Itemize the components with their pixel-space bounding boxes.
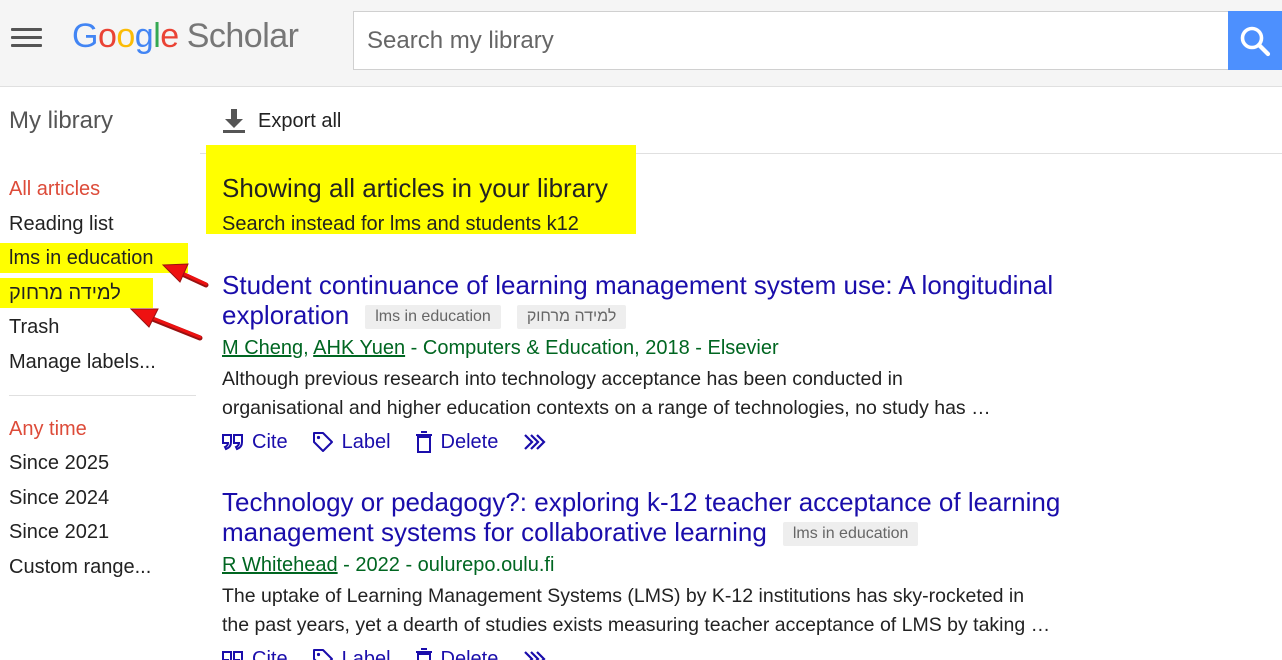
- more-button[interactable]: [522, 649, 548, 660]
- result-title[interactable]: Student continuance of learning manageme…: [222, 270, 1092, 330]
- logo-letter: G: [72, 17, 98, 55]
- time-filter-any-time[interactable]: Any time: [0, 414, 87, 444]
- author-separator: ,: [303, 337, 314, 359]
- more-button[interactable]: [522, 432, 548, 452]
- result-label-tag[interactable]: lms in education: [365, 305, 501, 329]
- logo-letter: g: [134, 17, 154, 55]
- result-actions: Cite Label Delete: [222, 644, 1092, 660]
- trash-icon: [415, 648, 432, 660]
- cite-label: Cite: [252, 430, 288, 453]
- sidebar-item-all-articles[interactable]: All articles: [0, 174, 100, 204]
- quote-icon: [222, 651, 243, 660]
- author-link[interactable]: AHK Yuen: [313, 337, 405, 359]
- search-icon: [1240, 26, 1271, 57]
- sidebar-item-distance-learning[interactable]: למידה מרחוק: [0, 278, 153, 308]
- result-title[interactable]: Technology or pedagogy?: exploring k-12 …: [222, 487, 1092, 547]
- delete-label: Delete: [440, 430, 499, 453]
- result-item: Student continuance of learning manageme…: [222, 270, 1092, 457]
- result-source: - Computers & Education, 2018 - Elsevier: [405, 337, 779, 359]
- author-link[interactable]: R Whitehead: [222, 554, 338, 576]
- author-link[interactable]: M Cheng: [222, 337, 303, 359]
- result-source: - 2022 - oulurepo.oulu.fi: [337, 554, 555, 576]
- time-filter-custom-range[interactable]: Custom range...: [0, 552, 151, 582]
- snippet-line: organisational and higher education cont…: [222, 397, 991, 419]
- notice-title: Showing all articles in your library: [222, 173, 608, 203]
- trash-icon: [415, 431, 432, 453]
- export-all-label: Export all: [258, 109, 342, 132]
- logo-letter: o: [116, 17, 135, 55]
- menu-icon[interactable]: [11, 26, 43, 50]
- snippet-line: the past years, yet a dearth of studies …: [222, 614, 1051, 636]
- double-chevron-right-icon: [524, 434, 546, 450]
- label-label: Label: [341, 430, 391, 453]
- sidebar-item-reading-list[interactable]: Reading list: [0, 209, 114, 239]
- cite-button[interactable]: Cite: [222, 431, 288, 454]
- result-title-line[interactable]: management systems for collaborative lea…: [222, 517, 767, 547]
- search-input[interactable]: [353, 11, 1229, 70]
- delete-button[interactable]: Delete: [415, 430, 499, 454]
- sidebar-item-lms-in-education[interactable]: lms in education: [0, 243, 188, 273]
- my-library-title: My library: [9, 107, 114, 134]
- double-chevron-right-icon: [524, 651, 546, 660]
- tag-icon: [312, 649, 333, 660]
- result-snippet: The uptake of Learning Management System…: [222, 582, 1092, 640]
- download-icon: [223, 109, 245, 133]
- result-meta: R Whitehead - 2022 - oulurepo.oulu.fi: [222, 551, 1092, 579]
- time-filter-since-2025[interactable]: Since 2025: [0, 448, 109, 478]
- time-filter-since-2021[interactable]: Since 2021: [0, 517, 109, 547]
- sidebar-item-manage-labels[interactable]: Manage labels...: [0, 347, 156, 377]
- result-label-tag[interactable]: lms in education: [782, 522, 919, 546]
- library-notice: Showing all articles in your library Sea…: [206, 145, 636, 236]
- snippet-line: Although previous research into technolo…: [222, 368, 903, 390]
- export-all-button[interactable]: Export all: [222, 107, 341, 135]
- search-instead-link[interactable]: Search instead for lms and students k12: [222, 213, 579, 236]
- tag-icon: [312, 432, 333, 452]
- delete-button[interactable]: Delete: [415, 647, 499, 660]
- result-title-line[interactable]: exploration: [222, 300, 349, 330]
- logo-letter: e: [160, 17, 179, 55]
- sidebar-item-trash[interactable]: Trash: [0, 312, 59, 342]
- cite-label: Cite: [252, 647, 288, 660]
- time-filter-since-2024[interactable]: Since 2024: [0, 483, 109, 513]
- delete-label: Delete: [440, 647, 499, 660]
- sidebar-divider: [9, 395, 196, 396]
- result-actions: Cite Label Delete: [222, 427, 1092, 457]
- app-header: Google Scholar: [0, 0, 1282, 87]
- result-label-tag[interactable]: למידה מרחוק: [516, 305, 627, 329]
- label-button[interactable]: Label: [312, 648, 391, 660]
- result-snippet: Although previous research into technolo…: [222, 365, 1092, 423]
- quote-icon: [222, 434, 243, 451]
- result-meta: M Cheng, AHK Yuen - Computers & Educatio…: [222, 334, 1092, 362]
- label-button[interactable]: Label: [312, 431, 391, 454]
- result-title-line[interactable]: Technology or pedagogy?: exploring k-12 …: [222, 487, 1060, 517]
- result-title-line[interactable]: Student continuance of learning manageme…: [222, 270, 1053, 300]
- search-button[interactable]: [1228, 11, 1282, 70]
- google-scholar-logo[interactable]: Google Scholar: [72, 17, 299, 56]
- cite-button[interactable]: Cite: [222, 648, 288, 660]
- annotation-arrow-icon: [129, 308, 203, 341]
- logo-product-name: Scholar: [186, 17, 299, 55]
- logo-letter: o: [97, 17, 117, 55]
- snippet-line: The uptake of Learning Management System…: [222, 585, 1025, 607]
- label-label: Label: [341, 647, 391, 660]
- result-item: Technology or pedagogy?: exploring k-12 …: [222, 487, 1092, 660]
